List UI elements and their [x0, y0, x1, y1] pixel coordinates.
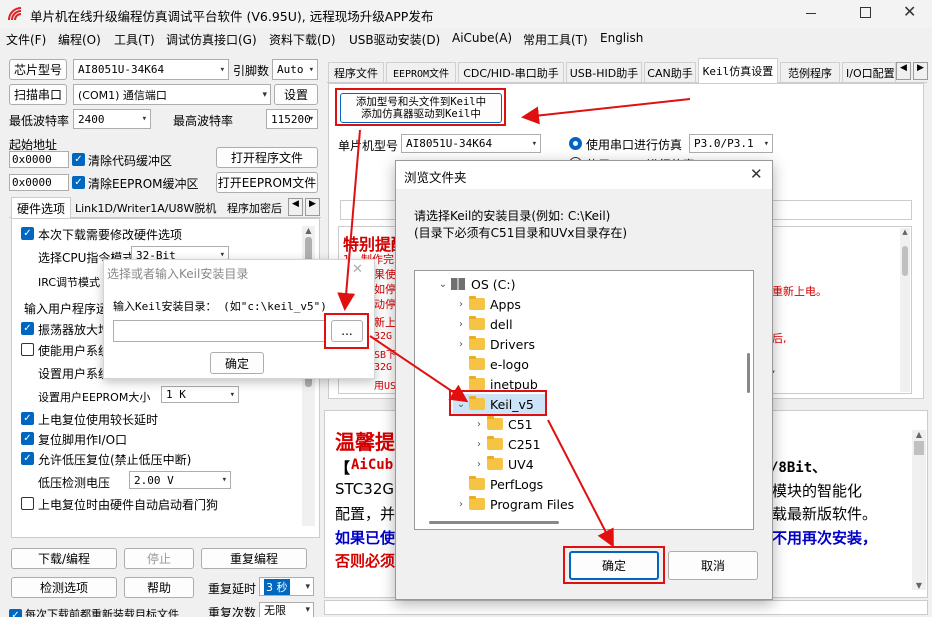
arrow-to-ok	[547, 419, 614, 548]
arrow-to-add-button	[521, 98, 691, 125]
arrow-to-browse	[337, 129, 361, 311]
annotation-arrows	[337, 98, 691, 548]
arrow-to-keil-folder	[369, 335, 469, 403]
